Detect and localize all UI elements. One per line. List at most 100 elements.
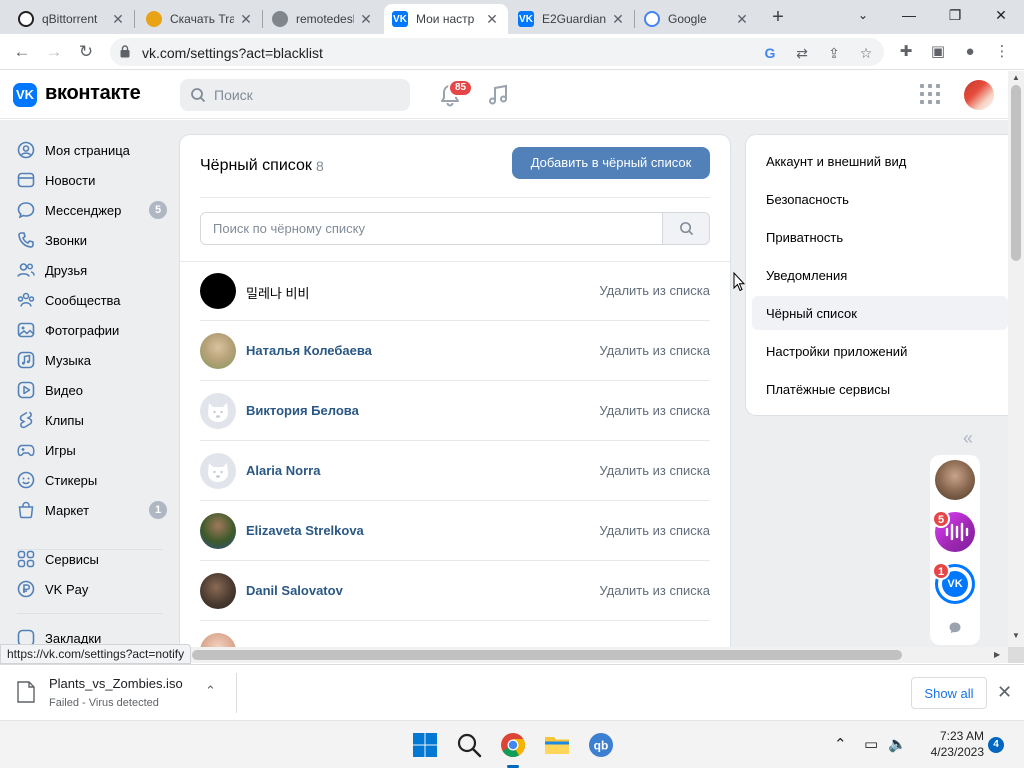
translate-icon[interactable]: ⇄ [794, 45, 810, 61]
user-name-link[interactable]: Alaria Norra [246, 463, 320, 478]
forward-button[interactable]: → [42, 40, 66, 64]
menu-item-friends[interactable]: Друзья [17, 255, 169, 285]
avatar[interactable] [200, 453, 236, 489]
new-tab-button[interactable]: + [766, 6, 790, 30]
remove-from-list-link[interactable]: Удалить из списка [599, 343, 710, 358]
remove-from-list-link[interactable]: Удалить из списка [599, 583, 710, 598]
tab-close-icon[interactable]: ✕ [610, 11, 626, 27]
scrollbar-thumb[interactable] [192, 650, 902, 660]
settings-item-privacy[interactable]: Приватность [766, 230, 843, 245]
menu-item-my-page[interactable]: Моя страница [17, 135, 169, 165]
remove-from-list-link[interactable]: Удалить из списка [599, 283, 710, 298]
share-icon[interactable]: ⇪ [826, 45, 842, 61]
extensions-icon[interactable]: ✚ [896, 42, 916, 62]
chrome-icon[interactable] [499, 731, 527, 759]
qbittorrent-icon[interactable]: qb [587, 731, 615, 759]
remove-from-list-link[interactable]: Удалить из списка [599, 463, 710, 478]
avatar[interactable] [200, 573, 236, 609]
file-explorer-icon[interactable] [543, 731, 571, 759]
menu-item-market[interactable]: Маркет 1 [17, 495, 169, 525]
chrome-menu-icon[interactable]: ⋮ [992, 42, 1012, 62]
scroll-down-icon[interactable]: ▼ [1012, 631, 1020, 640]
vk-logo-icon[interactable]: VK [13, 83, 37, 107]
google-lens-icon[interactable]: G [762, 45, 778, 61]
avatar[interactable] [200, 513, 236, 549]
tab-close-icon[interactable]: ✕ [110, 11, 126, 27]
user-name-link[interactable]: Danil Salovatov [246, 583, 343, 598]
settings-item-security[interactable]: Безопасность [766, 192, 849, 207]
menu-item-calls[interactable]: Звонки [17, 225, 169, 255]
show-all-button[interactable]: Show all [911, 677, 987, 709]
volume-icon[interactable]: 🔈 [888, 735, 907, 753]
scroll-right-icon[interactable]: ▶ [994, 650, 1000, 659]
tab-close-icon[interactable]: ✕ [734, 11, 750, 27]
avatar[interactable] [200, 273, 236, 309]
notification-count-badge[interactable]: 4 [988, 737, 1004, 753]
tab-e2guardian[interactable]: VK E2Guardian ✕ [510, 4, 634, 34]
chat-avatar[interactable] [935, 460, 975, 500]
profile-icon[interactable]: ● [960, 42, 980, 62]
menu-item-photos[interactable]: Фотографии [17, 315, 169, 345]
collapse-chats-icon[interactable]: « [963, 428, 973, 449]
menu-item-vkpay[interactable]: VK Pay [17, 574, 169, 604]
tab-close-icon[interactable]: ✕ [238, 11, 254, 27]
vk-search-box[interactable] [180, 79, 410, 111]
avatar[interactable] [200, 393, 236, 429]
avatar[interactable] [200, 333, 236, 369]
menu-item-news[interactable]: Новости [17, 165, 169, 195]
apps-grid-icon[interactable] [920, 84, 940, 104]
tab-qbittorrent[interactable]: qBittorrent ✕ [10, 4, 134, 34]
user-name-link[interactable]: Виктория Белова [246, 403, 359, 418]
vk-brand-name[interactable]: вконтакте [45, 82, 141, 105]
chat-bubble-icon[interactable] [948, 621, 962, 635]
restore-button[interactable]: ❐ [932, 0, 978, 32]
tab-close-icon[interactable]: ✕ [484, 11, 500, 27]
close-shelf-icon[interactable]: ✕ [997, 682, 1012, 702]
menu-item-games[interactable]: Игры [17, 435, 169, 465]
bookmark-star-icon[interactable]: ☆ [858, 45, 874, 61]
menu-item-communities[interactable]: Сообщества [17, 285, 169, 315]
settings-item-blacklist[interactable]: Чёрный список [766, 306, 857, 321]
search-icon[interactable] [455, 731, 483, 759]
back-button[interactable]: ← [10, 40, 34, 64]
tab-search-icon[interactable]: ⌄ [840, 0, 886, 32]
close-window-button[interactable]: ✕ [978, 0, 1024, 32]
remove-from-list-link[interactable]: Удалить из списка [599, 523, 710, 538]
settings-item-payments[interactable]: Платёжные сервисы [766, 382, 890, 397]
remove-from-list-link[interactable]: Удалить из списка [599, 403, 710, 418]
menu-item-music[interactable]: Музыка [17, 345, 169, 375]
tab-vk-settings[interactable]: VK Мои настр ✕ [384, 4, 508, 34]
menu-item-messenger[interactable]: Мессенджер 5 [17, 195, 169, 225]
blacklist-search-button[interactable] [662, 213, 709, 244]
vk-search-input[interactable] [214, 79, 404, 111]
menu-item-video[interactable]: Видео [17, 375, 169, 405]
chevron-up-icon[interactable]: ⌃ [205, 683, 216, 699]
windows-start-icon[interactable] [411, 731, 439, 759]
download-filename[interactable]: Plants_vs_Zombies.iso [49, 676, 183, 691]
network-icon[interactable]: ▭ [864, 735, 878, 753]
vertical-scrollbar[interactable]: ▲ ▼ [1008, 71, 1024, 648]
user-avatar[interactable] [964, 80, 994, 110]
address-bar[interactable]: vk.com/settings?act=blacklist G ⇄ ⇪ ☆ [110, 38, 884, 66]
tab-remotedesk[interactable]: remotedesk ✕ [264, 4, 382, 34]
add-to-blacklist-button[interactable]: Добавить в чёрный список [512, 147, 710, 179]
user-name-link[interactable]: 밀레나 비비 [246, 283, 309, 302]
minimize-button[interactable]: — [886, 0, 932, 32]
scrollbar-thumb[interactable] [1011, 85, 1021, 261]
settings-item-notifications[interactable]: Уведомления [766, 268, 847, 283]
menu-item-stickers[interactable]: Стикеры [17, 465, 169, 495]
side-panel-icon[interactable]: ▣ [928, 42, 948, 62]
music-player-icon[interactable] [486, 83, 510, 107]
tab-google[interactable]: Google ✕ [636, 4, 758, 34]
user-name-link[interactable]: Elizaveta Strelkova [246, 523, 364, 538]
system-clock[interactable]: 7:23 AM 4/23/2023 [912, 728, 984, 760]
settings-item-account[interactable]: Аккаунт и внешний вид [766, 154, 906, 169]
tab-close-icon[interactable]: ✕ [358, 11, 374, 27]
tab-skachat[interactable]: Скачать Tra ✕ [138, 4, 262, 34]
menu-item-clips[interactable]: Клипы [17, 405, 169, 435]
chevron-up-icon[interactable]: ⌃ [834, 735, 847, 753]
blacklist-search-input[interactable] [201, 213, 663, 244]
scroll-up-icon[interactable]: ▲ [1012, 73, 1020, 82]
settings-item-apps[interactable]: Настройки приложений [766, 344, 907, 359]
user-name-link[interactable]: Наталья Колебаева [246, 343, 372, 358]
